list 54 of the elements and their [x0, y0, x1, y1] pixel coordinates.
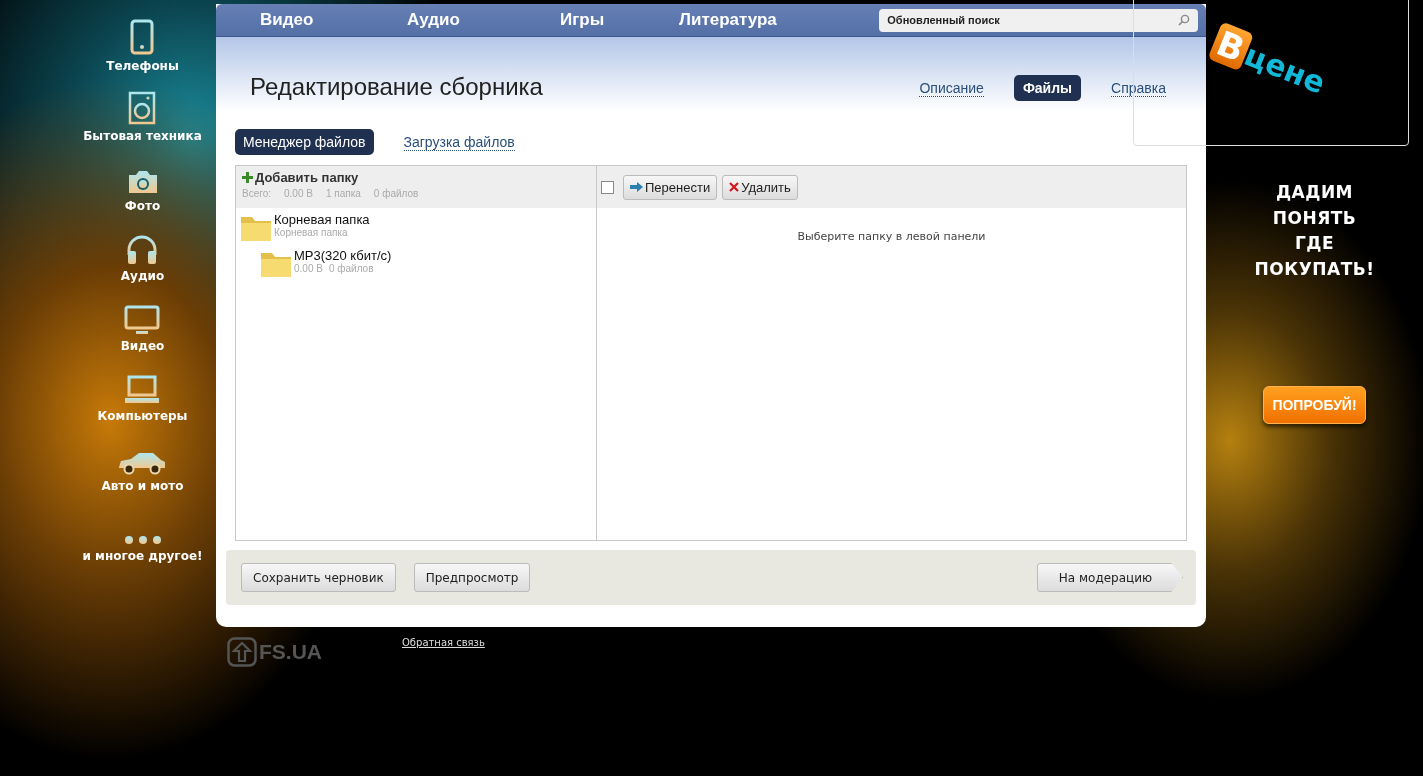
ad-slogan: ПОКУПАТЬ!	[1254, 257, 1375, 281]
washing-machine-icon	[128, 91, 157, 125]
add-folder-button[interactable]: Добавить папку	[242, 170, 359, 185]
laptop-icon	[124, 375, 161, 405]
arrow-right-icon	[630, 182, 643, 192]
feedback-link[interactable]: Обратная связь	[402, 637, 485, 648]
category-link[interactable]: Фото	[124, 199, 161, 213]
folder-stat: 0 файлов	[373, 188, 419, 199]
nav-link[interactable]: Игры	[560, 10, 679, 30]
folder-details: 0.00 B	[294, 263, 323, 274]
category-link[interactable]: Аудио	[120, 269, 165, 283]
category-link[interactable]: Авто и мото	[101, 479, 184, 493]
category-link[interactable]: Телефоны	[106, 59, 179, 73]
nav-link[interactable]: Литература	[679, 10, 777, 30]
category-link[interactable]: Бытовая техника	[83, 129, 202, 143]
tab[interactable]: Менеджер файлов	[235, 129, 374, 155]
folder-name[interactable]: Корневая папка	[274, 212, 370, 227]
car-icon	[117, 451, 168, 475]
nav-link[interactable]: Аудио	[407, 10, 560, 30]
ad-logo[interactable]: В цене	[1207, 21, 1332, 103]
move-button[interactable]: Перенести	[623, 174, 718, 200]
action-button[interactable]: Сохранить черновик	[241, 563, 396, 592]
tab[interactable]: Справка	[1111, 79, 1166, 97]
action-button[interactable]: Предпросмотр	[413, 563, 531, 592]
category-link[interactable]: Компьютеры	[97, 409, 188, 423]
dots-icon	[123, 535, 162, 545]
ad-slogan: ПОНЯТЬ	[1272, 206, 1357, 230]
camera-icon	[126, 169, 159, 195]
nav-link[interactable]: Видео	[260, 10, 407, 30]
folder-stat: 0.00 B	[284, 188, 313, 199]
folder-stat: 1 папка	[325, 188, 361, 199]
submit-button[interactable]: На модерацию	[1037, 563, 1183, 592]
ad-slogan: ДАДИМ	[1275, 181, 1354, 204]
tab[interactable]: Файлы	[1013, 75, 1082, 101]
search-field[interactable]: Обновленный поиск	[879, 8, 1198, 32]
folder-details: 0 файлов	[328, 263, 374, 274]
headphones-icon	[126, 235, 159, 265]
category-link[interactable]: Видео	[120, 339, 165, 353]
folder-details: Корневая папка	[274, 227, 348, 238]
category-link[interactable]: и многое другое!	[82, 549, 203, 563]
select-all-checkbox[interactable]	[601, 180, 614, 194]
phone-icon	[130, 19, 155, 55]
folder-stat: Всего:	[242, 188, 271, 199]
plus-icon	[242, 172, 253, 183]
tab[interactable]: Описание	[919, 79, 984, 97]
tab[interactable]: Загрузка файлов	[403, 133, 515, 151]
close-icon	[729, 182, 740, 192]
ad-slogan: ГДЕ	[1294, 232, 1335, 255]
monitor-icon	[124, 305, 161, 335]
page-title: Редактирование сборника	[250, 73, 544, 101]
delete-button[interactable]: Удалить	[722, 174, 798, 200]
folder-name[interactable]: MP3(320 кбит/с)	[294, 248, 392, 263]
empty-message: Выберите папку в левой панели	[796, 230, 987, 243]
search-icon	[1178, 14, 1190, 26]
